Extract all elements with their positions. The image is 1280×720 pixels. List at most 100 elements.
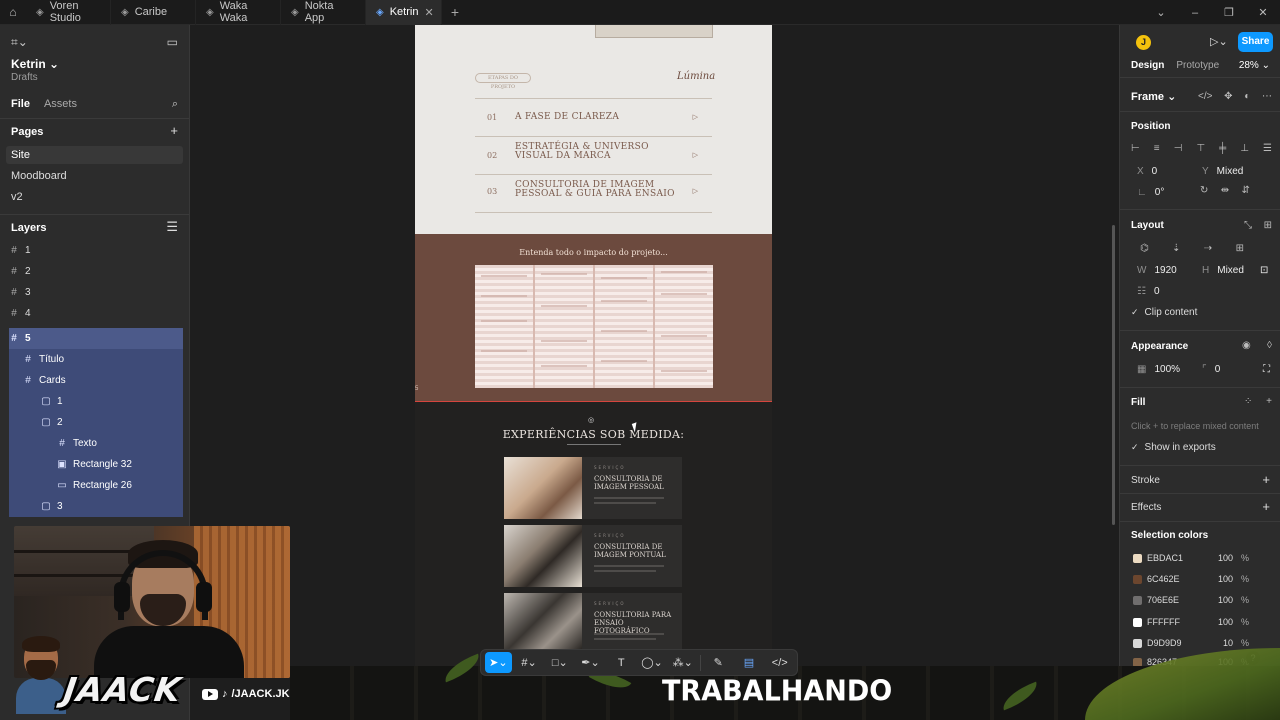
layer-texto[interactable]: # Texto xyxy=(9,433,183,454)
maximize-icon[interactable]: ❐ xyxy=(1212,6,1246,19)
impact-card[interactable] xyxy=(475,265,535,388)
component-icon[interactable]: ✥ xyxy=(1224,91,1232,102)
text-tool-icon[interactable]: T xyxy=(608,652,635,673)
clip-content-checkbox[interactable]: ✓ Clip content xyxy=(1131,307,1197,318)
tab-prototype[interactable]: Prototype xyxy=(1176,60,1219,71)
effects-title[interactable]: Effects xyxy=(1131,502,1161,513)
color-swatch[interactable] xyxy=(1133,595,1142,605)
impact-card[interactable] xyxy=(655,265,713,388)
add-fill-icon[interactable]: + xyxy=(1266,396,1272,407)
tab-design[interactable]: Design xyxy=(1131,60,1164,71)
layout-grid-icon[interactable]: ⊞ xyxy=(1264,220,1272,231)
add-stroke-icon[interactable]: + xyxy=(1262,472,1270,487)
tab-file[interactable]: File xyxy=(11,98,30,111)
distribute-icon[interactable]: ☰ xyxy=(1263,143,1272,154)
frame-steps-section[interactable]: ETAPAS DO PROJETO Lúmina 01 A FASE DE CL… xyxy=(415,25,772,234)
layer-card-1[interactable]: ▢ 1 xyxy=(9,391,183,412)
step-item[interactable]: 02 ESTRATÉGIA & UNIVERSO VISUAL DA MARCA… xyxy=(475,137,712,174)
design-mode-icon[interactable]: ▤ xyxy=(736,652,763,673)
zoom-level[interactable]: 28% ⌄ xyxy=(1239,60,1270,71)
layer-frame-3[interactable]: #3 xyxy=(9,282,183,303)
step-item[interactable]: 01 A FASE DE CLAREZA ▷ xyxy=(475,99,712,136)
align-top-icon[interactable]: ⊤ xyxy=(1196,143,1205,154)
impact-cards[interactable] xyxy=(475,265,713,388)
file-name[interactable]: Ketrin ⌄ xyxy=(11,57,59,71)
color-swatch[interactable] xyxy=(1133,574,1142,584)
stroke-title[interactable]: Stroke xyxy=(1131,475,1160,486)
page-item-v2[interactable]: v2 xyxy=(6,188,183,206)
gap-field[interactable]: ☷ 0 xyxy=(1137,283,1160,299)
figma-menu-icon[interactable]: ⌗⌄ xyxy=(11,35,28,50)
layer-card-3[interactable]: ▢ 3 xyxy=(9,496,183,517)
drop-icon[interactable]: ◊ xyxy=(1267,340,1272,351)
layout-wrap-icon[interactable]: ⊞ xyxy=(1236,243,1244,254)
layer-frame-1[interactable]: #1 xyxy=(9,240,183,261)
add-page-icon[interactable]: + xyxy=(170,123,178,138)
tab-waka-waka[interactable]: ◈ Waka Waka xyxy=(196,0,281,25)
add-tab-icon[interactable]: + xyxy=(442,4,468,20)
align-bottom-icon[interactable]: ⊥ xyxy=(1240,143,1249,154)
x-field[interactable]: X0 xyxy=(1137,163,1157,179)
present-play-icon[interactable]: ▷⌄ xyxy=(1210,35,1228,48)
home-icon[interactable]: ⌂ xyxy=(0,0,26,25)
close-window-icon[interactable]: ✕ xyxy=(1246,6,1280,19)
eye-icon[interactable]: ◉ xyxy=(1242,340,1251,351)
add-effect-icon[interactable]: + xyxy=(1262,499,1270,514)
avatar[interactable]: J xyxy=(1136,35,1151,50)
selection-color-row[interactable]: EBDAC1 100% xyxy=(1133,553,1273,563)
tab-ketrin[interactable]: ◈ Ketrin ✕ xyxy=(366,0,442,25)
layer-card-2[interactable]: ▢ 2 xyxy=(9,412,183,433)
more-icon[interactable]: ⋯ xyxy=(1262,91,1272,102)
service-card[interactable]: SERVIÇO CONSULTORIA PARA ENSAIO FOTOGRÁF… xyxy=(504,593,682,649)
service-card[interactable]: SERVIÇO CONSULTORIA DE IMAGEM PONTUAL xyxy=(504,525,682,587)
mask-icon[interactable]: ◐ xyxy=(1244,91,1250,102)
height-field[interactable]: H Mixed xyxy=(1202,262,1244,278)
rotation-field[interactable]: ∟ 0° xyxy=(1137,184,1164,200)
layer-rectangle-32[interactable]: ▣ Rectangle 32 xyxy=(9,454,183,475)
site-frame[interactable]: ETAPAS DO PROJETO Lúmina 01 A FASE DE CL… xyxy=(415,25,772,666)
impact-card[interactable] xyxy=(595,265,655,388)
selection-color-row[interactable]: FFFFFF 100% xyxy=(1133,617,1273,627)
align-left-icon[interactable]: ⊢ xyxy=(1131,143,1140,154)
align-middle-icon[interactable]: ╪ xyxy=(1219,143,1226,154)
sidebar-toggle-icon[interactable]: ▭ xyxy=(167,35,178,50)
align-center-icon[interactable]: ≡ xyxy=(1154,143,1160,154)
color-swatch[interactable] xyxy=(1133,658,1142,666)
selection-color-row[interactable]: 6C462E 100% xyxy=(1133,574,1273,584)
frame-impact-section[interactable]: Entenda todo o impacto do projeto... 5 xyxy=(415,234,772,402)
y-field[interactable]: Y Mixed xyxy=(1202,163,1243,179)
tab-voren-studio[interactable]: ◈ Voren Studio xyxy=(26,0,111,25)
dev-mode-icon[interactable]: </> xyxy=(766,652,793,673)
color-swatch[interactable] xyxy=(1133,553,1142,563)
frame-tool-icon[interactable]: #⌄ xyxy=(516,652,543,673)
page-item-moodboard[interactable]: Moodboard xyxy=(6,167,183,185)
layout-free-icon[interactable]: ⌬ xyxy=(1140,243,1149,254)
tab-assets[interactable]: Assets xyxy=(44,98,77,111)
layer-frame-2[interactable]: #2 xyxy=(9,261,183,282)
opacity-field[interactable]: ▦ 100% xyxy=(1137,361,1180,377)
share-button[interactable]: Share xyxy=(1238,32,1273,52)
move-tool-icon[interactable]: ➤⌄ xyxy=(485,652,512,673)
selection-color-row[interactable]: D9D9D9 10% xyxy=(1133,638,1273,648)
step-item[interactable]: 03 CONSULTORIA DE IMAGEM PESSOAL & GUIA … xyxy=(475,175,712,212)
comment-tool-icon[interactable]: ◯⌄ xyxy=(639,652,666,673)
draw-mode-icon[interactable]: ✎ xyxy=(705,652,732,673)
fit-icon[interactable]: ⤡ xyxy=(1244,220,1252,231)
color-swatch[interactable] xyxy=(1133,638,1142,648)
page-item-site[interactable]: Site xyxy=(6,146,183,164)
frame-type-select[interactable]: Frame ⌄ xyxy=(1131,90,1176,103)
flip-vertical-icon[interactable]: ⇵ xyxy=(1242,185,1250,196)
tab-nokta-app[interactable]: ◈ Nokta App xyxy=(281,0,366,25)
layout-horizontal-icon[interactable]: ⇢ xyxy=(1204,243,1212,254)
shape-tool-icon[interactable]: □⌄ xyxy=(546,652,573,673)
chevron-down-icon[interactable]: ⌄ xyxy=(1144,6,1178,19)
layout-vertical-icon[interactable]: ⇣ xyxy=(1172,243,1180,254)
frame-services-section[interactable]: ◎ EXPERIÊNCIAS SOB MEDIDA: SERVIÇO CONSU… xyxy=(415,402,772,666)
code-icon[interactable]: </> xyxy=(1198,91,1212,102)
color-swatch[interactable] xyxy=(1133,617,1142,627)
styles-icon[interactable]: ⁘ xyxy=(1244,396,1252,407)
show-in-exports-checkbox[interactable]: ✓ Show in exports xyxy=(1131,442,1216,453)
width-field[interactable]: W 1920 xyxy=(1137,262,1177,278)
align-right-icon[interactable]: ⊣ xyxy=(1174,143,1183,154)
layer-cards[interactable]: # Cards xyxy=(9,370,183,391)
